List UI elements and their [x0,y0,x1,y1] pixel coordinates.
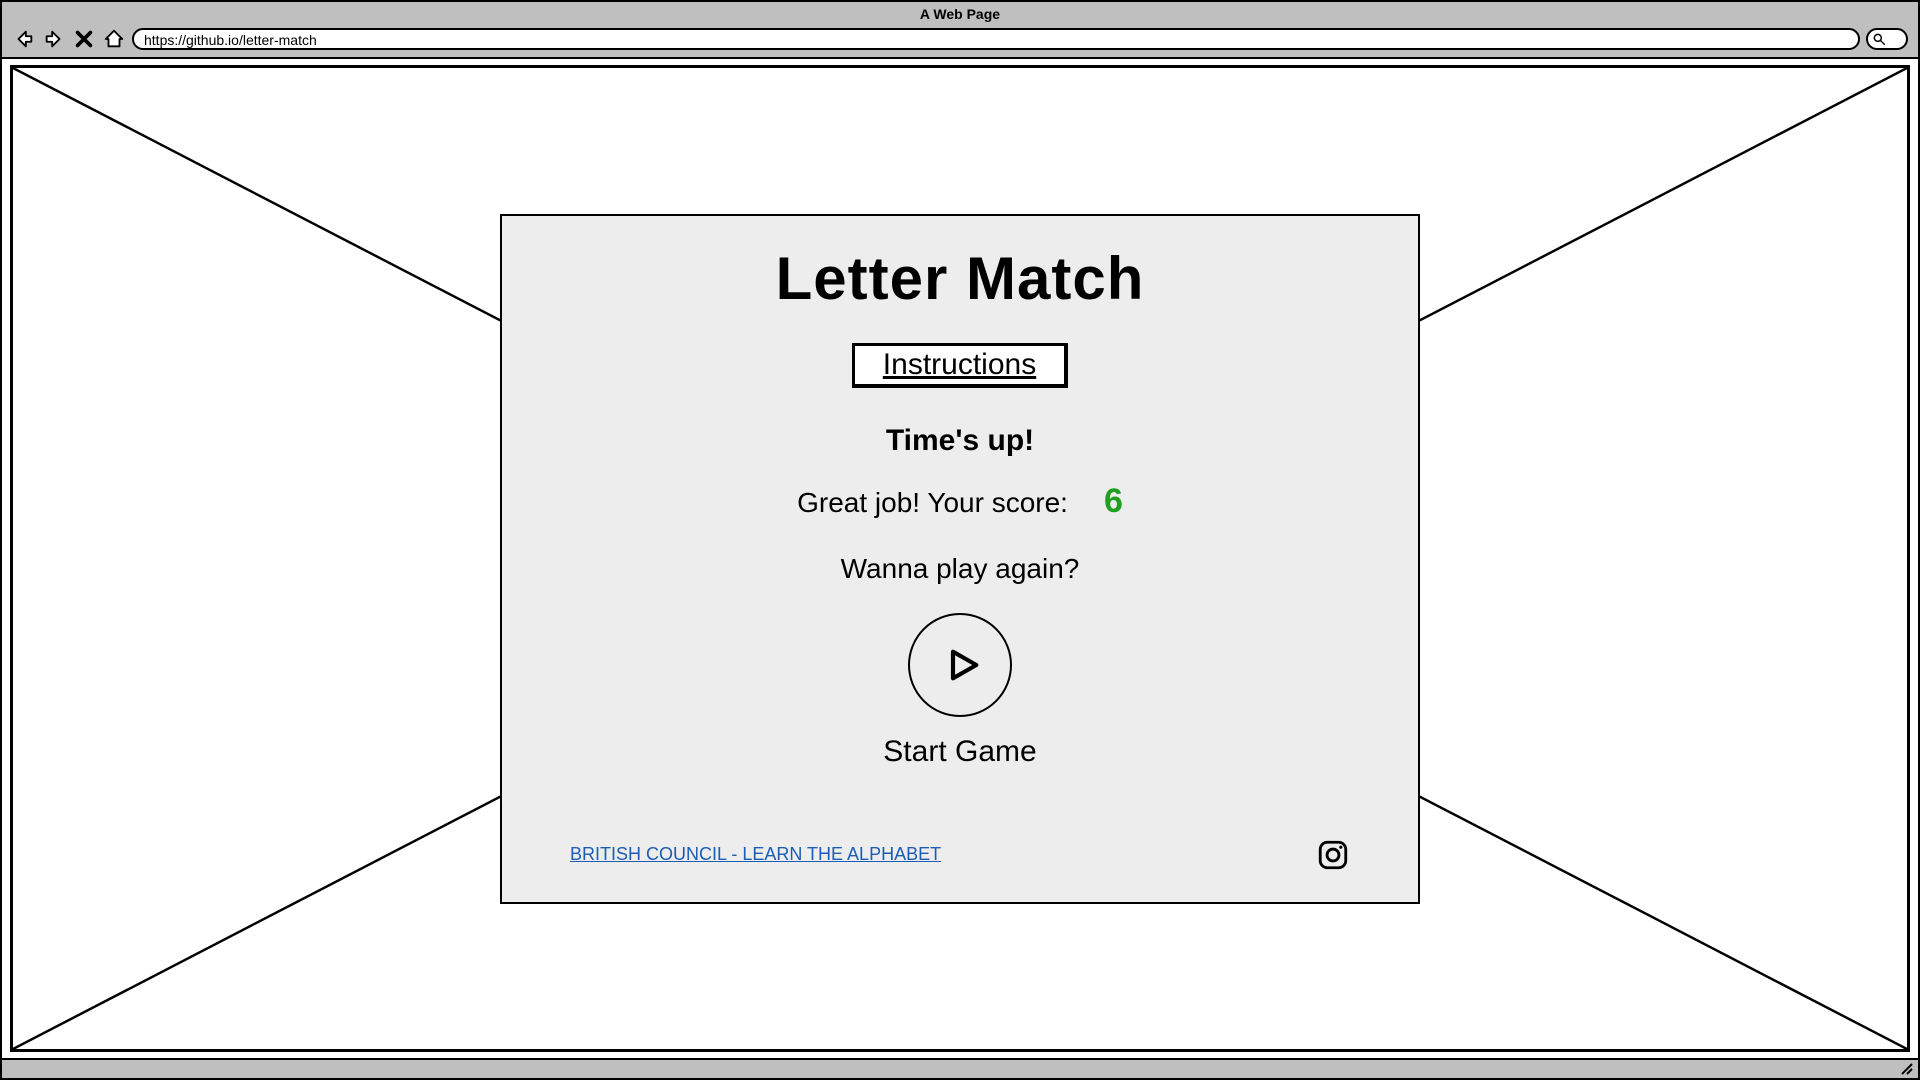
browser-status-bar [0,1060,1920,1080]
panel-footer: BRITISH COUNCIL - LEARN THE ALPHABET [570,838,1350,872]
forward-button[interactable] [42,27,66,51]
play-again-text: Wanna play again? [841,553,1080,585]
back-button[interactable] [12,27,36,51]
resize-grip-icon[interactable] [1900,1062,1914,1076]
instagram-icon[interactable] [1316,838,1350,872]
score-label: Great job! Your score: [797,487,1068,519]
start-game-label: Start Game [883,735,1036,769]
magnifier-icon [1872,32,1886,46]
close-button[interactable] [72,27,96,51]
home-icon [103,28,125,50]
game-title: Letter Match [776,244,1145,313]
score-value: 6 [1104,482,1123,521]
browser-toolbar: https://github.io/letter-match [0,24,1920,57]
instructions-label: Instructions [883,348,1036,381]
times-up-text: Time's up! [886,424,1034,458]
url-bar[interactable]: https://github.io/letter-match [132,28,1860,50]
home-button[interactable] [102,27,126,51]
zoom-control[interactable] [1866,28,1908,50]
browser-viewport: Letter Match Instructions Time's up! Gre… [0,57,1920,1060]
url-text: https://github.io/letter-match [144,32,317,48]
close-icon [73,28,95,50]
game-panel: Letter Match Instructions Time's up! Gre… [500,214,1420,904]
instructions-button[interactable]: Instructions [852,343,1068,388]
play-icon [943,645,983,685]
score-row: Great job! Your score: 6 [797,482,1123,521]
page-content: Letter Match Instructions Time's up! Gre… [10,65,1910,1052]
alphabet-link[interactable]: BRITISH COUNCIL - LEARN THE ALPHABET [570,844,941,865]
arrow-left-icon [13,28,35,50]
browser-title: A Web Page [920,6,1000,22]
play-button[interactable] [908,613,1012,717]
browser-title-bar: A Web Page [0,0,1920,24]
arrow-right-icon [43,28,65,50]
browser-window: A Web Page https://github.io/letter-matc… [0,0,1920,1080]
